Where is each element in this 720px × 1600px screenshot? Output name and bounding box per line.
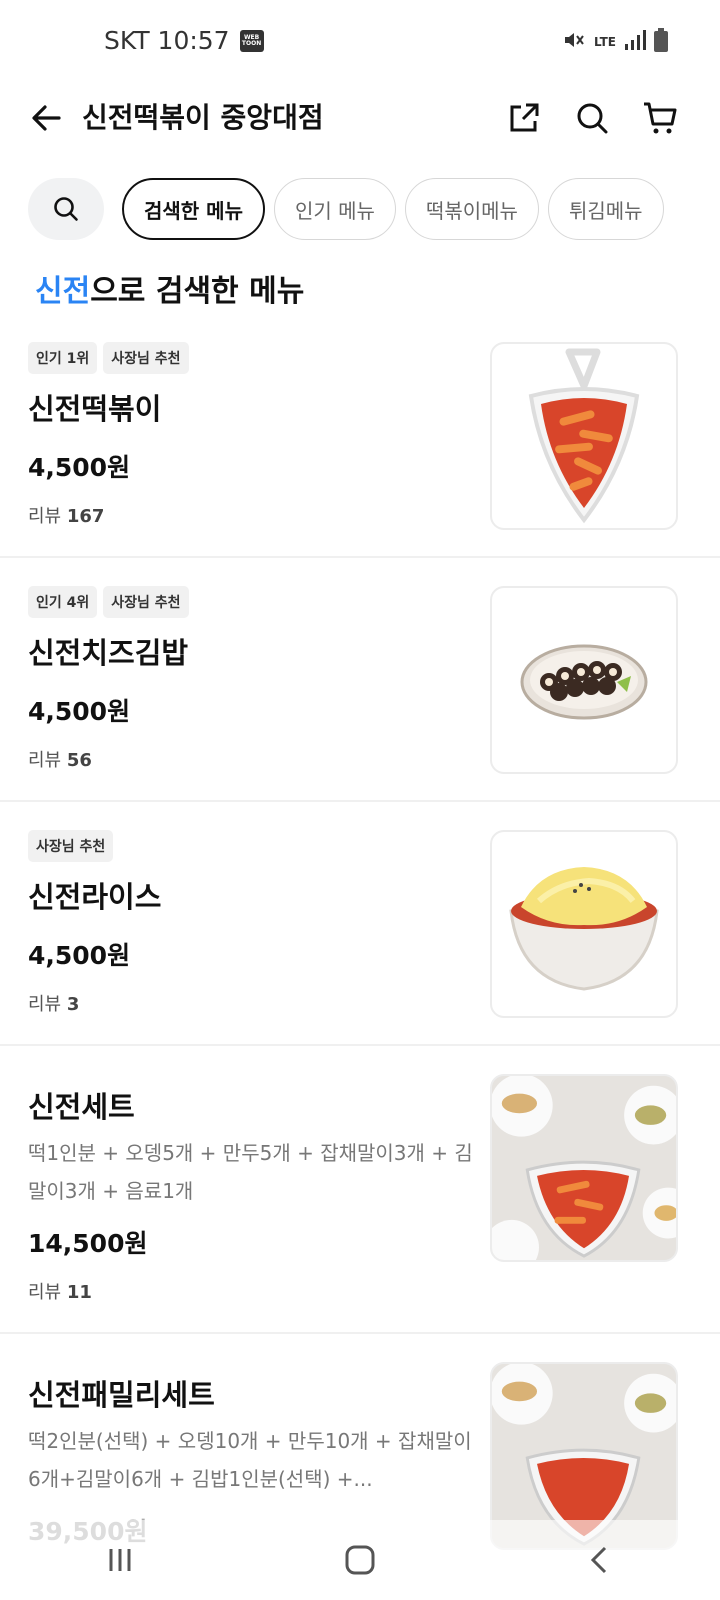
status-right: LTE: [562, 28, 668, 56]
menu-search-button[interactable]: [28, 178, 104, 240]
arrow-left-icon: [32, 105, 61, 131]
menu-description: 떡2인분(선택) + 오뎅10개 + 만두10개 + 잡채말이6개+김말이6개 …: [28, 1422, 478, 1498]
back-button[interactable]: [24, 96, 68, 140]
menu-item[interactable]: 인기 4위 사장님 추천 신전치즈김밥 4,500원 리뷰 56: [0, 558, 720, 802]
badge-rank: 인기 4위: [28, 586, 98, 618]
menu-image-cheese-kimbap: [490, 586, 678, 774]
mute-icon: [562, 28, 586, 56]
section-title: 신전으로 검색한 메뉴: [35, 266, 304, 310]
section-title-suffix: 으로 검색한 메뉴: [90, 274, 305, 309]
chevron-left-icon: [590, 1546, 607, 1574]
chip-popular-menu[interactable]: 인기 메뉴: [273, 178, 396, 240]
menu-review: 리뷰 11: [28, 1278, 720, 1304]
recent-apps-button[interactable]: [90, 1530, 150, 1590]
review-count: 3: [66, 994, 80, 1015]
category-chips: 검색한 메뉴 인기 메뉴 떡볶이메뉴 튀김메뉴: [28, 178, 720, 240]
review-label: 리뷰: [28, 750, 62, 771]
signal-icon: [624, 29, 646, 55]
search-icon: [577, 103, 608, 134]
review-count: 167: [66, 506, 105, 527]
cart-button[interactable]: [636, 94, 684, 142]
home-button[interactable]: [330, 1530, 390, 1590]
menu-item[interactable]: 신전세트 떡1인분 + 오뎅5개 + 만두5개 + 잡채말이3개 + 김말이3개…: [0, 1046, 720, 1334]
menu-item[interactable]: 인기 1위 사장님 추천 신전떡볶이 4,500원 리뷰 167: [0, 320, 720, 558]
carrier-time: SKT 10:57: [104, 26, 230, 55]
share-button[interactable]: [500, 94, 548, 142]
cart-icon: [644, 102, 677, 134]
review-count: 56: [66, 750, 92, 771]
menu-description-text: 떡2인분(선택) + 오뎅10개 + 만두10개 + 잡채말이6개+김말이6개 …: [28, 1429, 472, 1491]
chip-fried-menu[interactable]: 튀김메뉴: [547, 178, 664, 240]
review-label: 리뷰: [28, 1282, 62, 1303]
chip-searched-menu[interactable]: 검색한 메뉴: [122, 178, 265, 240]
search-icon: [54, 197, 78, 221]
chip-tteokbokki-menu[interactable]: 떡볶이메뉴: [404, 178, 539, 240]
menu-description: 떡1인분 + 오뎅5개 + 만두5개 + 잡채말이3개 + 김말이3개 + 음료…: [28, 1141, 473, 1203]
status-bar: SKT 10:57 WEB TOON LTE: [0, 0, 720, 86]
menu-image-cheese-rice: [490, 830, 678, 1018]
badge-owner-pick: 사장님 추천: [103, 586, 189, 618]
menu-image-set: [490, 1074, 678, 1262]
webtoon-icon: WEB TOON: [239, 29, 264, 52]
search-keyword: 신전: [35, 274, 91, 309]
badge-owner-pick: 사장님 추천: [103, 342, 189, 374]
app-header: 신전떡볶이 중앙대점: [0, 86, 720, 150]
system-nav-bar: [0, 1520, 720, 1600]
badge-rank: 인기 1위: [28, 342, 98, 374]
battery-icon: [654, 28, 668, 56]
system-back-button[interactable]: [570, 1530, 630, 1590]
menu-item[interactable]: 사장님 추천 신전라이스 4,500원 리뷰 3: [0, 802, 720, 1046]
badge-owner-pick: 사장님 추천: [28, 830, 114, 862]
menu-list: 인기 1위 사장님 추천 신전떡볶이 4,500원 리뷰 167 인기 4위 사…: [0, 320, 720, 1594]
status-left: SKT 10:57 WEB TOON: [104, 26, 264, 55]
review-label: 리뷰: [28, 994, 62, 1015]
search-button[interactable]: [568, 94, 616, 142]
recent-apps-icon: [109, 1549, 131, 1571]
network-type: LTE: [593, 35, 616, 49]
store-title: 신전떡볶이 중앙대점: [82, 101, 324, 134]
menu-image-tteokbokki: [490, 342, 678, 530]
review-label: 리뷰: [28, 506, 62, 527]
share-icon: [510, 103, 539, 132]
home-icon: [345, 1545, 375, 1575]
review-count: 11: [66, 1282, 92, 1303]
